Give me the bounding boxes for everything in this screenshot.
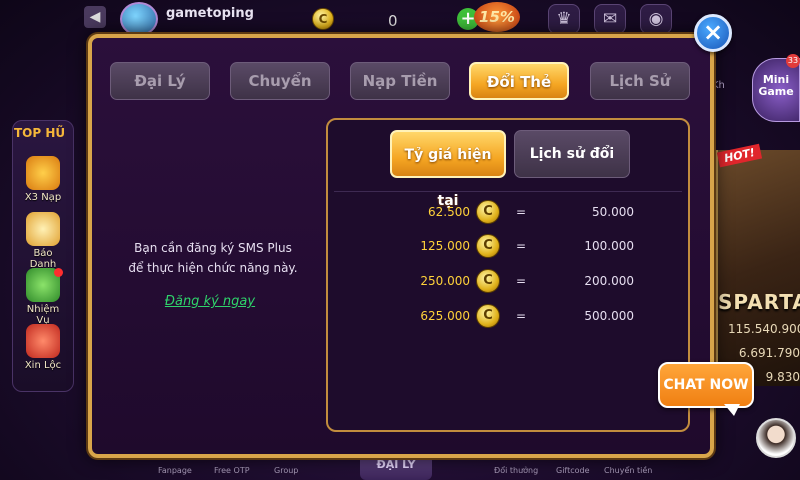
- coin-icon: C: [312, 8, 334, 30]
- tab-current-rate[interactable]: Tỷ giá hiện tại: [390, 130, 506, 209]
- coin-icon: C: [476, 234, 500, 258]
- equals-sign: =: [516, 274, 527, 288]
- notice-line-2: để thực hiện chức năng này.: [128, 261, 298, 275]
- lucky-envelope-icon: [26, 324, 60, 358]
- crown-icon[interactable]: ♛: [548, 4, 580, 34]
- coin-icon: C: [476, 200, 500, 224]
- rate-row: 62.500 C = 50.000: [340, 199, 680, 229]
- bottom-nav-free-otp[interactable]: Free OTP: [214, 466, 250, 475]
- mini-game-label: Mini Game: [758, 73, 794, 98]
- equals-sign: =: [516, 205, 527, 219]
- coin-icon: C: [476, 304, 500, 328]
- sidebar-item-label: Xin Lộc: [24, 360, 62, 371]
- chat-bubble-tail: [724, 404, 740, 416]
- mini-game-count-badge: 33: [786, 54, 800, 68]
- rate-row: 250.000 C = 200.000: [340, 268, 680, 298]
- top-bar: ◀ gametoping C 0 + 15% ♛ ✉ ◉: [0, 0, 800, 36]
- coin-amount: 250.000: [420, 274, 470, 288]
- bottom-nav-group[interactable]: Group: [274, 466, 298, 475]
- register-now-link[interactable]: Đăng ký ngay: [108, 294, 312, 309]
- username-label: gametoping: [166, 6, 254, 21]
- tab-nap-tien[interactable]: Nạp Tiền: [350, 62, 450, 100]
- card-value: 50.000: [592, 205, 634, 219]
- sidebar-item-x3-nap[interactable]: X3 Nạp: [20, 156, 66, 203]
- notification-dot: [54, 268, 63, 277]
- card-value: 500.000: [584, 309, 634, 323]
- jackpot-value: 115.540.900: [728, 322, 800, 336]
- coin-icon: C: [476, 269, 500, 293]
- calendar-icon: [26, 212, 60, 246]
- user-avatar[interactable]: [120, 2, 158, 36]
- sidebar-item-label: Nhiệm Vụ: [26, 304, 60, 326]
- bottom-nav-chuyen-tien[interactable]: Chuyển tiền: [604, 466, 652, 475]
- promo-badge[interactable]: 15%: [474, 2, 520, 32]
- tab-dai-ly[interactable]: Đại Lý: [110, 62, 210, 100]
- rate-row: 625.000 C = 500.000: [340, 303, 680, 333]
- tab-lich-su[interactable]: Lịch Sử: [590, 62, 690, 100]
- bottom-nav-giftcode[interactable]: Giftcode: [556, 466, 590, 475]
- card-value: 100.000: [584, 239, 634, 253]
- camera-icon[interactable]: ◉: [640, 4, 672, 34]
- bottom-nav-doi-thuong[interactable]: Đổi thưởng: [494, 466, 538, 475]
- notice-line-1: Bạn cần đăng ký SMS Plus: [134, 241, 292, 255]
- balance-value: 0: [388, 12, 398, 30]
- divider: [334, 191, 682, 192]
- coin-amount: 62.500: [428, 205, 470, 219]
- coin-amount: 125.000: [420, 239, 470, 253]
- sidebar-item-xin-loc[interactable]: Xin Lộc: [20, 324, 66, 371]
- tab-chuyen[interactable]: Chuyển: [230, 62, 330, 100]
- sms-plus-notice: Bạn cần đăng ký SMS Plus để thực hiện ch…: [108, 238, 318, 278]
- mail-icon[interactable]: ✉: [594, 4, 626, 34]
- rate-row: 125.000 C = 100.000: [340, 233, 680, 263]
- coin-amount: 625.000: [420, 309, 470, 323]
- support-agent-avatar[interactable]: [756, 418, 796, 458]
- game-title: SPARTA: [718, 290, 800, 314]
- chat-now-button[interactable]: CHAT NOW: [658, 362, 754, 408]
- tab-doi-the[interactable]: Đổi Thẻ: [469, 62, 569, 100]
- card-value: 200.000: [584, 274, 634, 288]
- equals-sign: =: [516, 239, 527, 253]
- gift-icon: [26, 156, 60, 190]
- tab-exchange-history[interactable]: Lịch sử đổi: [514, 130, 630, 178]
- sidebar-item-label: Báo Danh: [29, 248, 57, 270]
- jackpot-value: 6.691.790: [738, 346, 800, 360]
- back-arrow-icon[interactable]: ◀: [84, 6, 106, 28]
- equals-sign: =: [516, 309, 527, 323]
- sidebar-title: TOP HŨ: [14, 126, 66, 140]
- close-icon[interactable]: ×: [694, 14, 732, 52]
- bottom-nav-fanpage[interactable]: Fanpage: [158, 466, 192, 475]
- sidebar-item-label: X3 Nạp: [24, 192, 62, 203]
- sidebar-item-bao-danh[interactable]: Báo Danh: [20, 212, 66, 270]
